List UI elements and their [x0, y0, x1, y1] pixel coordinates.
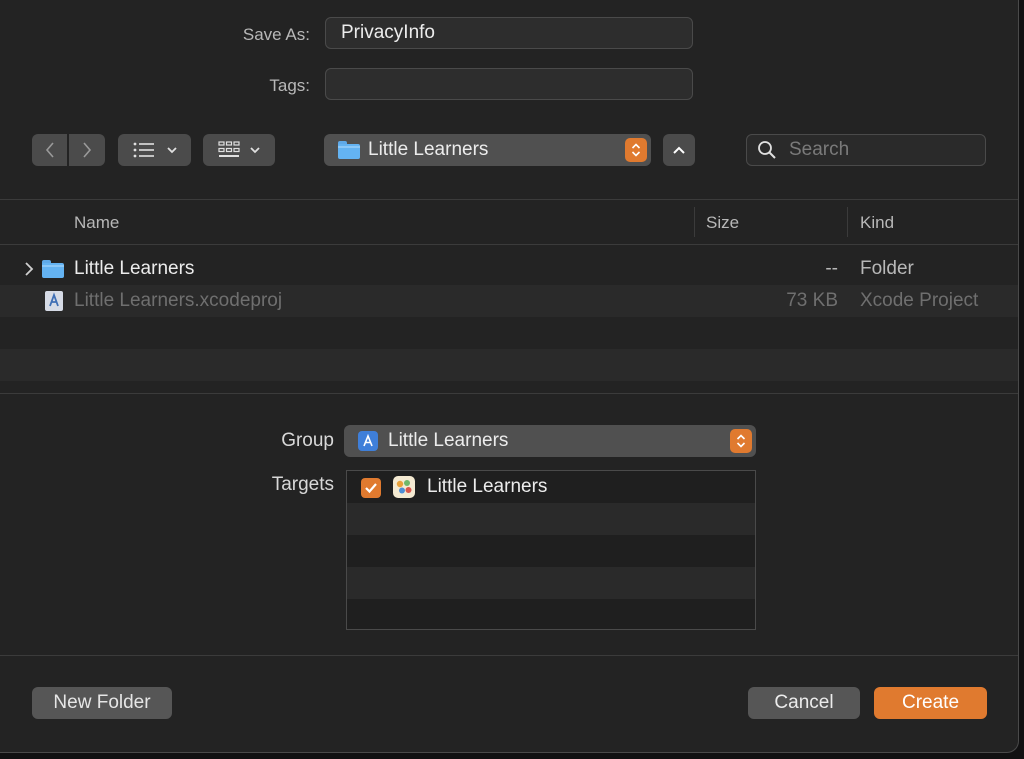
- file-kind: Folder: [860, 258, 914, 279]
- chevron-down-icon: [250, 147, 260, 154]
- gallery-view-button[interactable]: [203, 134, 275, 166]
- folder-icon: [338, 141, 360, 159]
- group-label: Group: [281, 430, 334, 451]
- target-row: Little Learners: [347, 471, 755, 503]
- create-button[interactable]: Create: [874, 687, 987, 719]
- xcodeproj-icon: [45, 291, 63, 311]
- checkmark-icon: [365, 483, 377, 494]
- back-button[interactable]: [32, 134, 67, 166]
- file-row[interactable]: Little Learners -- Folder: [0, 253, 1018, 285]
- save-dialog: Save As: PrivacyInfo Tags: Little Learne…: [0, 0, 1019, 753]
- xcode-group-icon: [358, 431, 378, 451]
- grid-icon: [218, 141, 240, 157]
- group-value: Little Learners: [388, 430, 509, 451]
- file-size: --: [825, 258, 838, 279]
- search-icon: [758, 141, 776, 159]
- empty-row: [0, 317, 1018, 349]
- file-name: Little Learners: [74, 258, 195, 279]
- cancel-button[interactable]: Cancel: [748, 687, 860, 719]
- popup-stepper-icon: [730, 429, 752, 453]
- save-as-label: Save As:: [242, 25, 310, 44]
- browser-bottom-divider: [0, 393, 1018, 394]
- file-row: Little Learners.xcodeproj 73 KB Xcode Pr…: [0, 285, 1018, 317]
- group-popup[interactable]: Little Learners: [344, 425, 756, 457]
- targets-list: Little Learners: [346, 470, 756, 630]
- chevron-right-icon: [83, 142, 92, 158]
- empty-row: [347, 599, 755, 629]
- empty-row: [347, 567, 755, 599]
- list-icon: [133, 142, 154, 158]
- location-label: Little Learners: [368, 139, 489, 160]
- header-divider: [0, 244, 1018, 245]
- new-folder-button[interactable]: New Folder: [32, 687, 172, 719]
- target-checkbox[interactable]: [361, 478, 381, 498]
- forward-button[interactable]: [69, 134, 105, 166]
- target-name: Little Learners: [427, 476, 548, 497]
- folder-icon: [42, 260, 64, 278]
- column-separator: [847, 207, 848, 237]
- file-name: Little Learners.xcodeproj: [74, 290, 283, 311]
- tags-field[interactable]: [325, 68, 693, 100]
- empty-row: [347, 535, 755, 567]
- column-size-header[interactable]: Size: [706, 213, 739, 233]
- location-popup[interactable]: Little Learners: [324, 134, 651, 166]
- search-placeholder: Search: [789, 139, 850, 160]
- chevron-down-icon: [166, 147, 177, 154]
- empty-row: [0, 349, 1018, 381]
- chevron-left-icon: [45, 142, 54, 158]
- empty-row: [347, 503, 755, 535]
- column-separator: [694, 207, 695, 237]
- footer-divider: [0, 655, 1018, 656]
- enclosing-folder-button[interactable]: [663, 134, 695, 166]
- tags-label: Tags:: [269, 76, 310, 95]
- column-name-header[interactable]: Name: [74, 213, 119, 233]
- column-kind-header[interactable]: Kind: [860, 213, 894, 233]
- list-view-button[interactable]: [118, 134, 191, 166]
- search-field[interactable]: Search: [746, 134, 986, 166]
- browser-top-divider: [0, 199, 1018, 200]
- file-size: 73 KB: [786, 290, 838, 311]
- popup-stepper-icon: [625, 138, 647, 162]
- file-kind: Xcode Project: [860, 290, 979, 311]
- disclosure-triangle-icon[interactable]: [24, 262, 34, 276]
- app-icon: [393, 476, 415, 498]
- chevron-up-icon: [673, 146, 685, 154]
- save-as-field[interactable]: PrivacyInfo: [325, 17, 693, 49]
- targets-label: Targets: [271, 474, 334, 495]
